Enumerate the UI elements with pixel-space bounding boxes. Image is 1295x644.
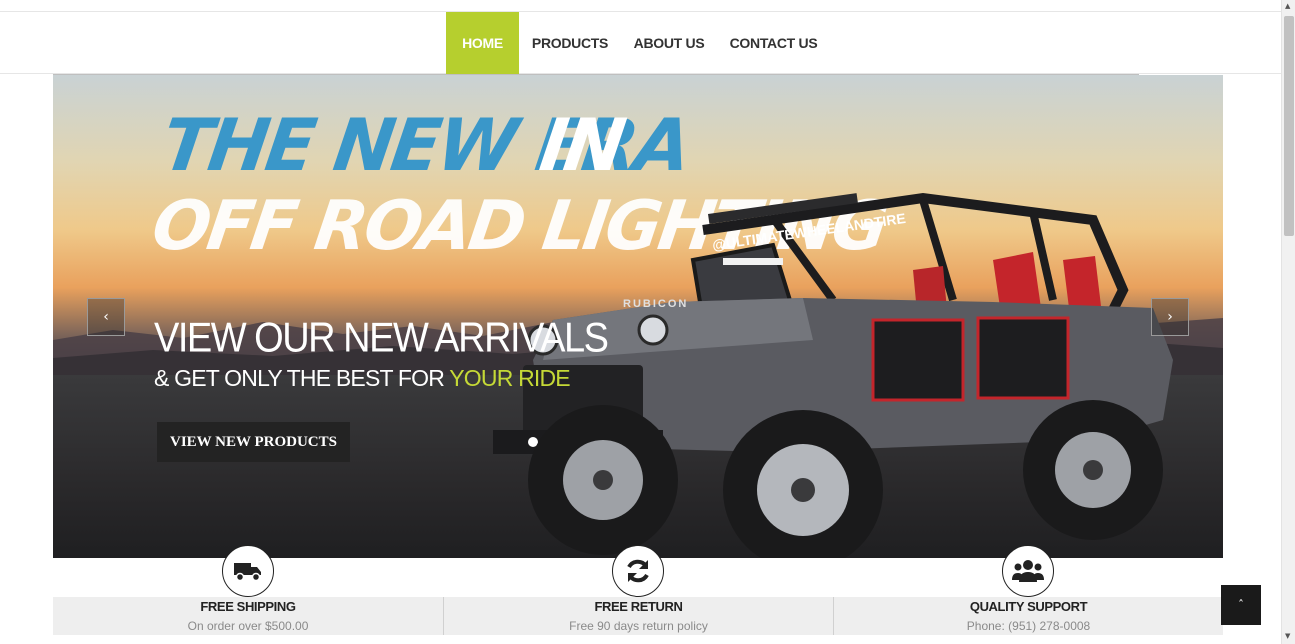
page-scrollbar[interactable]: ▲ ▼ (1281, 0, 1295, 644)
main-nav: HOME PRODUCTS ABOUT US CONTACT US (0, 12, 1281, 74)
feature-free-return: FREE RETURN Free 90 days return policy (443, 597, 833, 635)
refresh-icon (612, 545, 664, 597)
scroll-up-arrow-icon[interactable]: ▲ (1285, 2, 1290, 10)
rear-wheel (1023, 400, 1163, 540)
features-bar: FREE SHIPPING On order over $500.00 FREE… (53, 597, 1223, 635)
slide-subtitle: & GET ONLY THE BEST FOR YOUR RIDE (154, 365, 571, 392)
nav-item-about-us[interactable]: ABOUT US (627, 12, 711, 74)
headline-in: IN (535, 103, 628, 187)
nav-item-products[interactable]: PRODUCTS (525, 12, 615, 74)
slider-prev-button[interactable]: ‹ (87, 298, 125, 336)
feature-description: On order over $500.00 (187, 619, 309, 633)
feature-title: FREE RETURN (594, 599, 683, 614)
view-new-products-button[interactable]: VIEW NEW PRODUCTS (157, 422, 350, 462)
front-left-wheel (528, 405, 678, 555)
scroll-thumb[interactable] (1284, 16, 1294, 236)
feature-description: Phone: (951) 278-0008 (966, 619, 1091, 633)
slide-subtitle-prefix: & GET ONLY THE BEST FOR (154, 365, 445, 391)
nav-item-contact-us[interactable]: CONTACT US (725, 12, 822, 74)
nav-item-home[interactable]: HOME (446, 12, 519, 74)
feature-title: FREE SHIPPING (200, 599, 296, 614)
feature-title: QUALITY SUPPORT (969, 599, 1088, 614)
hero-slider: THE NEW ERA IN OFF ROAD LIGHTING @ULTIMA… (53, 75, 1223, 558)
slide-title: VIEW OUR NEW ARRIVALS (154, 315, 609, 362)
back-to-top-button[interactable]: ˆ (1221, 585, 1261, 625)
feature-free-shipping: FREE SHIPPING On order over $500.00 (53, 597, 443, 635)
scroll-down-arrow-icon[interactable]: ▼ (1285, 632, 1290, 640)
feature-quality-support: QUALITY SUPPORT Phone: (951) 278-0008 (833, 597, 1223, 635)
feature-description: Free 90 days return policy (569, 619, 708, 633)
slider-next-button[interactable]: › (1151, 298, 1189, 336)
jeep-image: @ULTIMATEWHEELANDTIRE RUBICON (493, 192, 1173, 558)
truck-icon (222, 545, 274, 597)
slide-subtitle-accent: YOUR RIDE (449, 365, 570, 391)
top-bar (0, 0, 1281, 12)
users-icon (1002, 545, 1054, 597)
rubicon-badge: RUBICON (623, 298, 688, 310)
